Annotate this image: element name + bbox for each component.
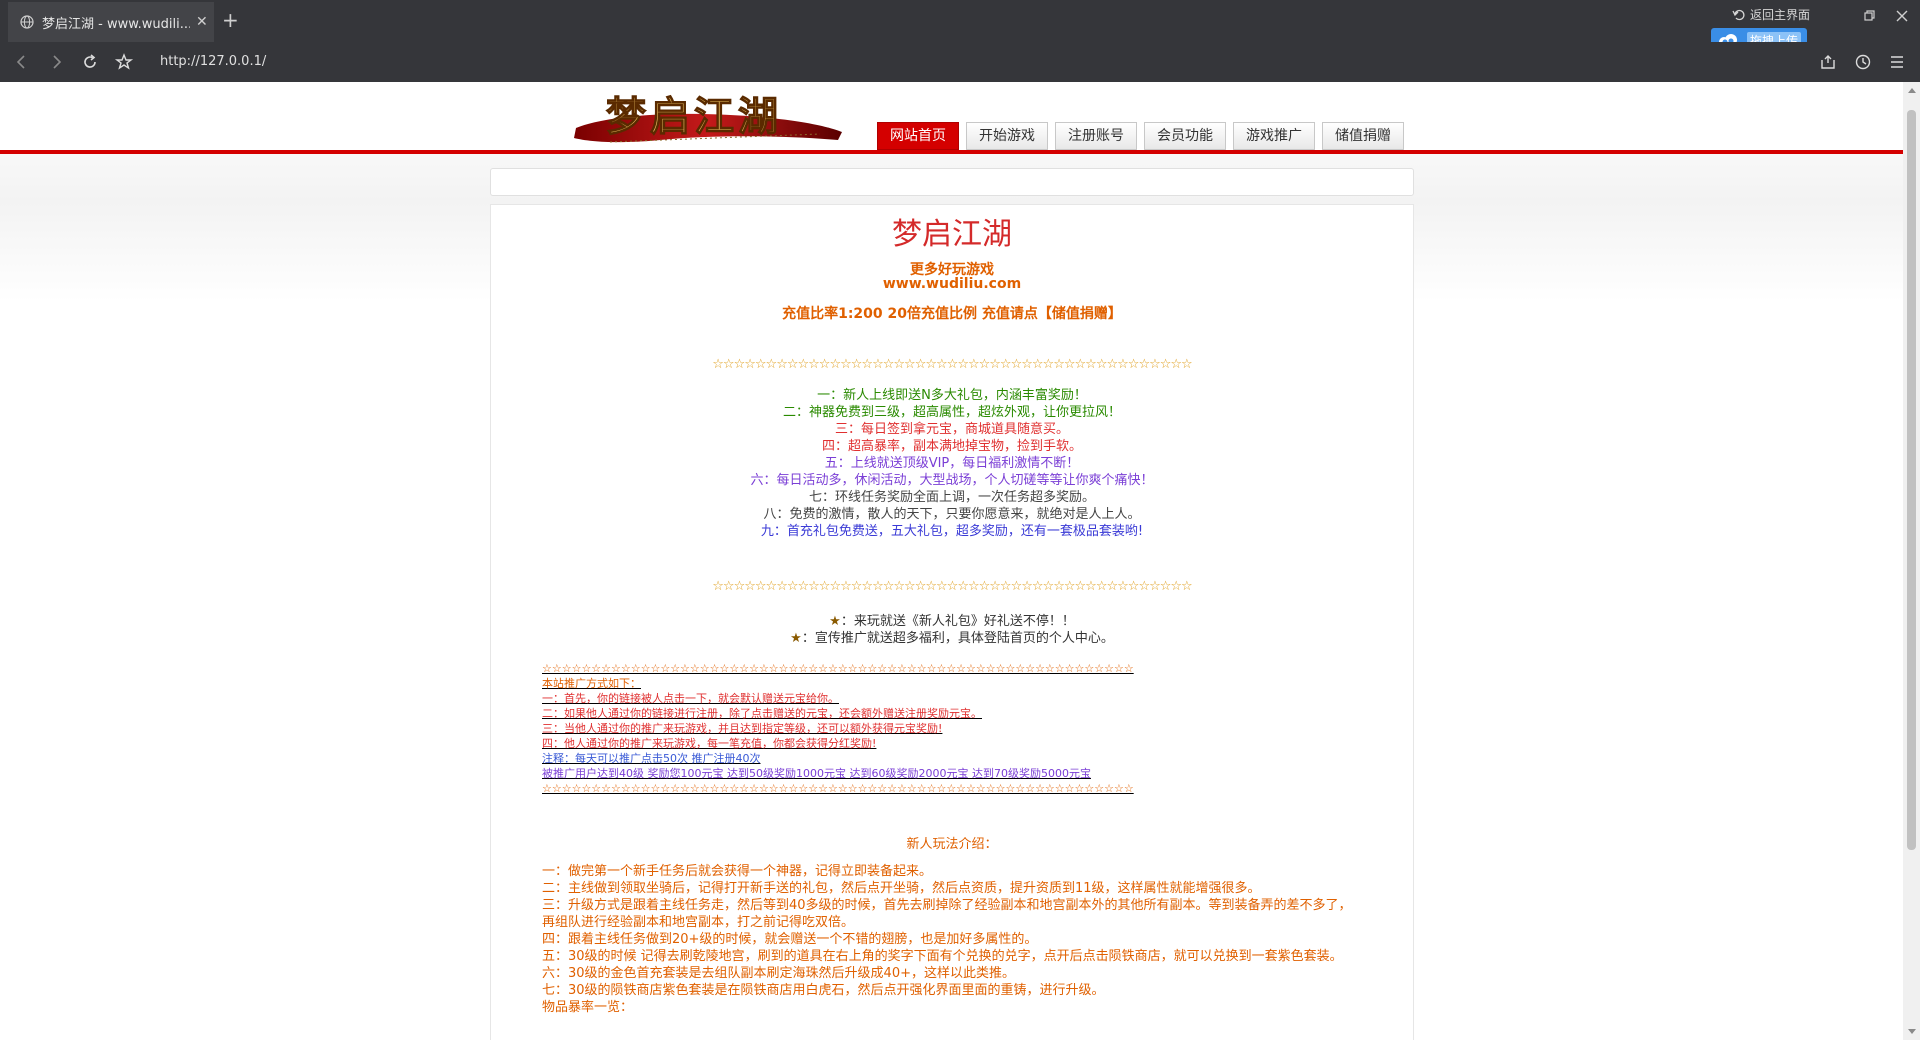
gameplay-item: 五：30级的时候 记得去刷乾陵地宫，刷到的道具在右上角的奖字下面有个兑换的兑字，… <box>542 949 1343 964</box>
nav-item[interactable]: 网站首页 <box>877 122 959 150</box>
star-icon: ★ <box>829 614 841 629</box>
tab-bar: 梦启江湖 - www.wudili... ✕ + 返回主界面 <box>0 0 1920 42</box>
promotion-rule-line: 被推广用户达到40级 奖励您100元宝 达到50级奖励1000元宝 达到60级奖… <box>542 767 1091 780</box>
nav-item[interactable]: 会员功能 <box>1144 122 1226 150</box>
howto-lines: 本站推广方式如下： 一：首先，你的链接被人点击一下，就会默认赠送元宝给你。二：如果… <box>542 676 1182 781</box>
promo-list: ★：来玩就送《新人礼包》好礼送不停！！ ★：宣传推广就送超多福利，具体登陆首页的个… <box>491 613 1413 647</box>
feature-item: 六：每日活动多，休闲活动，大型战场，个人切磋等等让你爽个痛快！ <box>750 473 1154 488</box>
feature-list: 一：新人上线即送N多大礼包，内涵丰富奖励！ 二：神器免费到三级，超高属性，超炫外观… <box>491 387 1413 540</box>
share-icon[interactable] <box>1818 52 1838 72</box>
feature-item: 九：首充礼包免费送，五大礼包，超多奖励，还有一套极品套装哟! <box>760 524 1144 539</box>
promo-text: ：宣传推广就送超多福利，具体登陆首页的个人中心。 <box>801 631 1114 646</box>
main-content: 梦启江湖 更多好玩游戏 www.wudiliu.com 充值比率1:200 20… <box>490 204 1414 1040</box>
browser-tab[interactable]: 梦启江湖 - www.wudili... ✕ <box>8 2 214 42</box>
promotion-rule-line: 注释：每天可以推广点击50次 推广注册40次 <box>542 752 761 765</box>
logo-text: 梦启江湖 <box>606 93 782 140</box>
promotion-rule-line: 一：首先，你的链接被人点击一下，就会默认赠送元宝给你。 <box>542 692 839 705</box>
gameplay-list: 一：做完第一个新手任务后就会获得一个神器，记得立即装备起来。二：主线做到领取坐骑… <box>542 863 1362 1016</box>
star-divider: ☆☆☆☆☆☆☆☆☆☆☆☆☆☆☆☆☆☆☆☆☆☆☆☆☆☆☆☆☆☆☆☆☆☆☆☆☆☆☆☆… <box>712 357 1192 372</box>
promotion-rules: ☆☆☆☆☆☆☆☆☆☆☆☆☆☆☆☆☆☆☆☆☆☆☆☆☆☆☆☆☆☆☆☆☆☆☆☆☆☆☆☆… <box>542 661 1182 796</box>
return-home-label: 返回主界面 <box>1750 8 1811 22</box>
nav-item[interactable]: 注册账号 <box>1055 122 1137 150</box>
bookmark-star-icon[interactable] <box>114 52 134 72</box>
restore-icon[interactable] <box>1864 10 1876 22</box>
promo-text: ：来玩就送《新人礼包》好礼送不停！！ <box>840 614 1075 629</box>
feature-item: 八：免费的激情，散人的天下，只要你愿意来，就绝对是人上人。 <box>763 507 1141 522</box>
tab-close-icon[interactable]: ✕ <box>196 14 208 30</box>
site-url[interactable]: www.wudiliu.com <box>491 276 1413 292</box>
feature-item: 七：环线任务奖励全面上调，一次任务超多奖励。 <box>808 490 1095 505</box>
scroll-up-arrow-icon[interactable] <box>1908 88 1916 93</box>
globe-icon <box>20 15 34 29</box>
main-nav: 网站首页 开始游戏 注册账号 会员功能 游戏推广 储值捐赠 <box>877 122 1404 150</box>
browser-toolbar: http://127.0.0.1/ <box>0 42 1920 82</box>
gameplay-item: 一：做完第一个新手任务后就会获得一个神器，记得立即装备起来。 <box>542 864 933 879</box>
feature-item: 二：神器免费到三级，超高属性，超炫外观，让你更拉风！ <box>782 405 1121 420</box>
history-icon[interactable] <box>1853 52 1873 72</box>
notice-bar <box>490 168 1414 196</box>
feature-item: 四：超高暴率，副本满地掉宝物，捡到手软。 <box>821 439 1082 454</box>
back-icon[interactable] <box>12 52 32 72</box>
gameplay-item: 四：跟着主线任务做到20+级的时候，就会赠送一个不错的翅膀，也是加好多属性的。 <box>542 932 1038 947</box>
vertical-scrollbar[interactable] <box>1903 82 1920 1040</box>
return-home-button[interactable]: 返回主界面 <box>1732 6 1810 23</box>
scroll-down-arrow-icon[interactable] <box>1908 1029 1916 1034</box>
forward-icon[interactable] <box>46 52 66 72</box>
nav-item[interactable]: 游戏推广 <box>1233 122 1315 150</box>
howto-star-divider: ☆☆☆☆☆☆☆☆☆☆☆☆☆☆☆☆☆☆☆☆☆☆☆☆☆☆☆☆☆☆☆☆☆☆☆☆☆☆☆☆… <box>542 782 1134 795</box>
new-tab-button[interactable]: + <box>222 10 239 30</box>
menu-icon[interactable] <box>1887 52 1907 72</box>
gameplay-item: 三：升级方式是跟着主线任务走，然后等到40多级的时候，首先去刷掉除了经验副本和地… <box>542 898 1352 930</box>
promo-item: ★：宣传推广就送超多福利，具体登陆首页的个人中心。 <box>491 630 1413 647</box>
star-icon: ★ <box>790 631 802 646</box>
gameplay-item: 七：30级的陨铁商店紫色套装是在陨铁商店用白虎石，然后点开强化界面里面的重铸，进… <box>542 983 1105 998</box>
page-title: 梦启江湖 <box>892 217 1012 252</box>
gameplay-item: 二：主线做到领取坐骑后，记得打开新手送的礼包，然后点开坐骑，然后点资质，提升资质… <box>542 881 1261 896</box>
nav-item[interactable]: 储值捐赠 <box>1322 122 1404 150</box>
address-bar[interactable]: http://127.0.0.1/ <box>160 54 266 69</box>
nav-item[interactable]: 开始游戏 <box>966 122 1048 150</box>
scroll-thumb[interactable] <box>1907 110 1916 850</box>
page-viewport: 梦启江湖 网站首页 开始游戏 注册账号 会员功能 游戏推广 储值捐赠 梦启江湖 更多好玩游… <box>0 82 1903 1040</box>
promotion-rule-line: 二：如果他人通过你的链接进行注册，除了点击赠送的元宝，还会额外赠送注册奖励元宝。 <box>542 707 982 720</box>
feature-item: 一：新人上线即送N多大礼包，内涵丰富奖励！ <box>817 388 1087 403</box>
howto-star-divider: ☆☆☆☆☆☆☆☆☆☆☆☆☆☆☆☆☆☆☆☆☆☆☆☆☆☆☆☆☆☆☆☆☆☆☆☆☆☆☆☆… <box>542 662 1134 675</box>
feature-item: 三：每日签到拿元宝，商城道具随意买。 <box>834 422 1069 437</box>
promotion-rule-line: 本站推广方式如下： <box>542 677 641 690</box>
gameplay-item: 物品暴率一览： <box>542 1000 634 1015</box>
header-divider <box>0 150 1903 154</box>
return-icon <box>1732 9 1745 20</box>
promotion-rule-line: 四：他人通过你的推广来玩游戏，每一笔充值，你都会获得分红奖励! <box>542 737 877 750</box>
gameplay-item: 六：30级的金色首充套装是去组队副本刷定海珠然后升级成40+，这样以此类推。 <box>542 966 1015 981</box>
gameplay-title: 新人玩法介绍： <box>906 837 998 852</box>
feature-item: 五：上线就送顶级VIP，每日福利激情不断！ <box>824 456 1080 471</box>
site-logo[interactable]: 梦启江湖 <box>570 84 844 150</box>
reload-icon[interactable] <box>80 52 100 72</box>
star-divider: ☆☆☆☆☆☆☆☆☆☆☆☆☆☆☆☆☆☆☆☆☆☆☆☆☆☆☆☆☆☆☆☆☆☆☆☆☆☆☆☆… <box>712 579 1192 594</box>
close-window-icon[interactable] <box>1896 10 1908 22</box>
promo-item: ★：来玩就送《新人礼包》好礼送不停！！ <box>491 613 1413 630</box>
site-header: 梦启江湖 网站首页 开始游戏 注册账号 会员功能 游戏推广 储值捐赠 <box>0 82 1903 154</box>
recharge-ratio: 充值比率1:200 20倍充值比例 充值请点【储值捐赠】 <box>782 306 1122 322</box>
promotion-rule-line: 三：当他人通过你的推广来玩游戏，并且达到指定等级，还可以额外获得元宝奖励! <box>542 722 943 735</box>
tab-title: 梦启江湖 - www.wudili... <box>42 16 190 32</box>
